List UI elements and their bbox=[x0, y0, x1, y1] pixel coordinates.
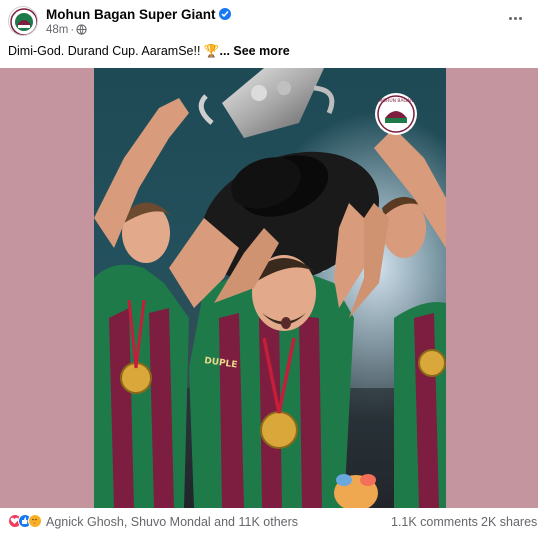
verified-badge-icon bbox=[218, 8, 231, 20]
post-caption: Dimi-God. Durand Cup. AaramSe!! 🏆... See… bbox=[8, 44, 290, 59]
page-name-link[interactable]: Mohun Bagan Super Giant bbox=[46, 7, 231, 22]
badge-text: MOHUN BAGAN bbox=[379, 98, 414, 104]
page-avatar[interactable] bbox=[8, 6, 38, 36]
celebration-photo: MOHUN BAGAN DUPLE bbox=[94, 68, 446, 508]
trophy-emoji: 🏆 bbox=[203, 44, 220, 58]
meta-separator: · bbox=[70, 24, 75, 36]
post-media[interactable]: MOHUN BAGAN DUPLE bbox=[0, 68, 538, 508]
post-footer: Agnick Ghosh, Shuvo Mondal and 11K other… bbox=[0, 508, 538, 534]
more-dots-icon bbox=[508, 17, 512, 21]
club-logo-icon bbox=[10, 8, 37, 35]
facebook-post: Mohun Bagan Super Giant 48m · Dimi-God. D… bbox=[0, 0, 538, 534]
post-photo: MOHUN BAGAN DUPLE bbox=[94, 68, 446, 508]
globe-icon bbox=[76, 24, 87, 38]
care-icon bbox=[28, 514, 42, 528]
reaction-names[interactable]: Agnick Ghosh, Shuvo Mondal and 11K other… bbox=[46, 515, 298, 529]
post-header: Mohun Bagan Super Giant 48m · bbox=[0, 0, 538, 40]
comments-count[interactable]: 1.1K comments bbox=[391, 515, 478, 529]
page-name: Mohun Bagan Super Giant bbox=[46, 7, 216, 22]
post-timestamp[interactable]: 48m bbox=[46, 24, 68, 36]
caption-text: Dimi-God. Durand Cup. AaramSe!! bbox=[8, 44, 204, 58]
see-more-link[interactable]: ... See more bbox=[220, 44, 290, 58]
more-options-button[interactable] bbox=[504, 10, 526, 28]
shares-count[interactable]: 2K shares bbox=[481, 515, 537, 529]
post-meta: 48m · bbox=[46, 24, 87, 38]
